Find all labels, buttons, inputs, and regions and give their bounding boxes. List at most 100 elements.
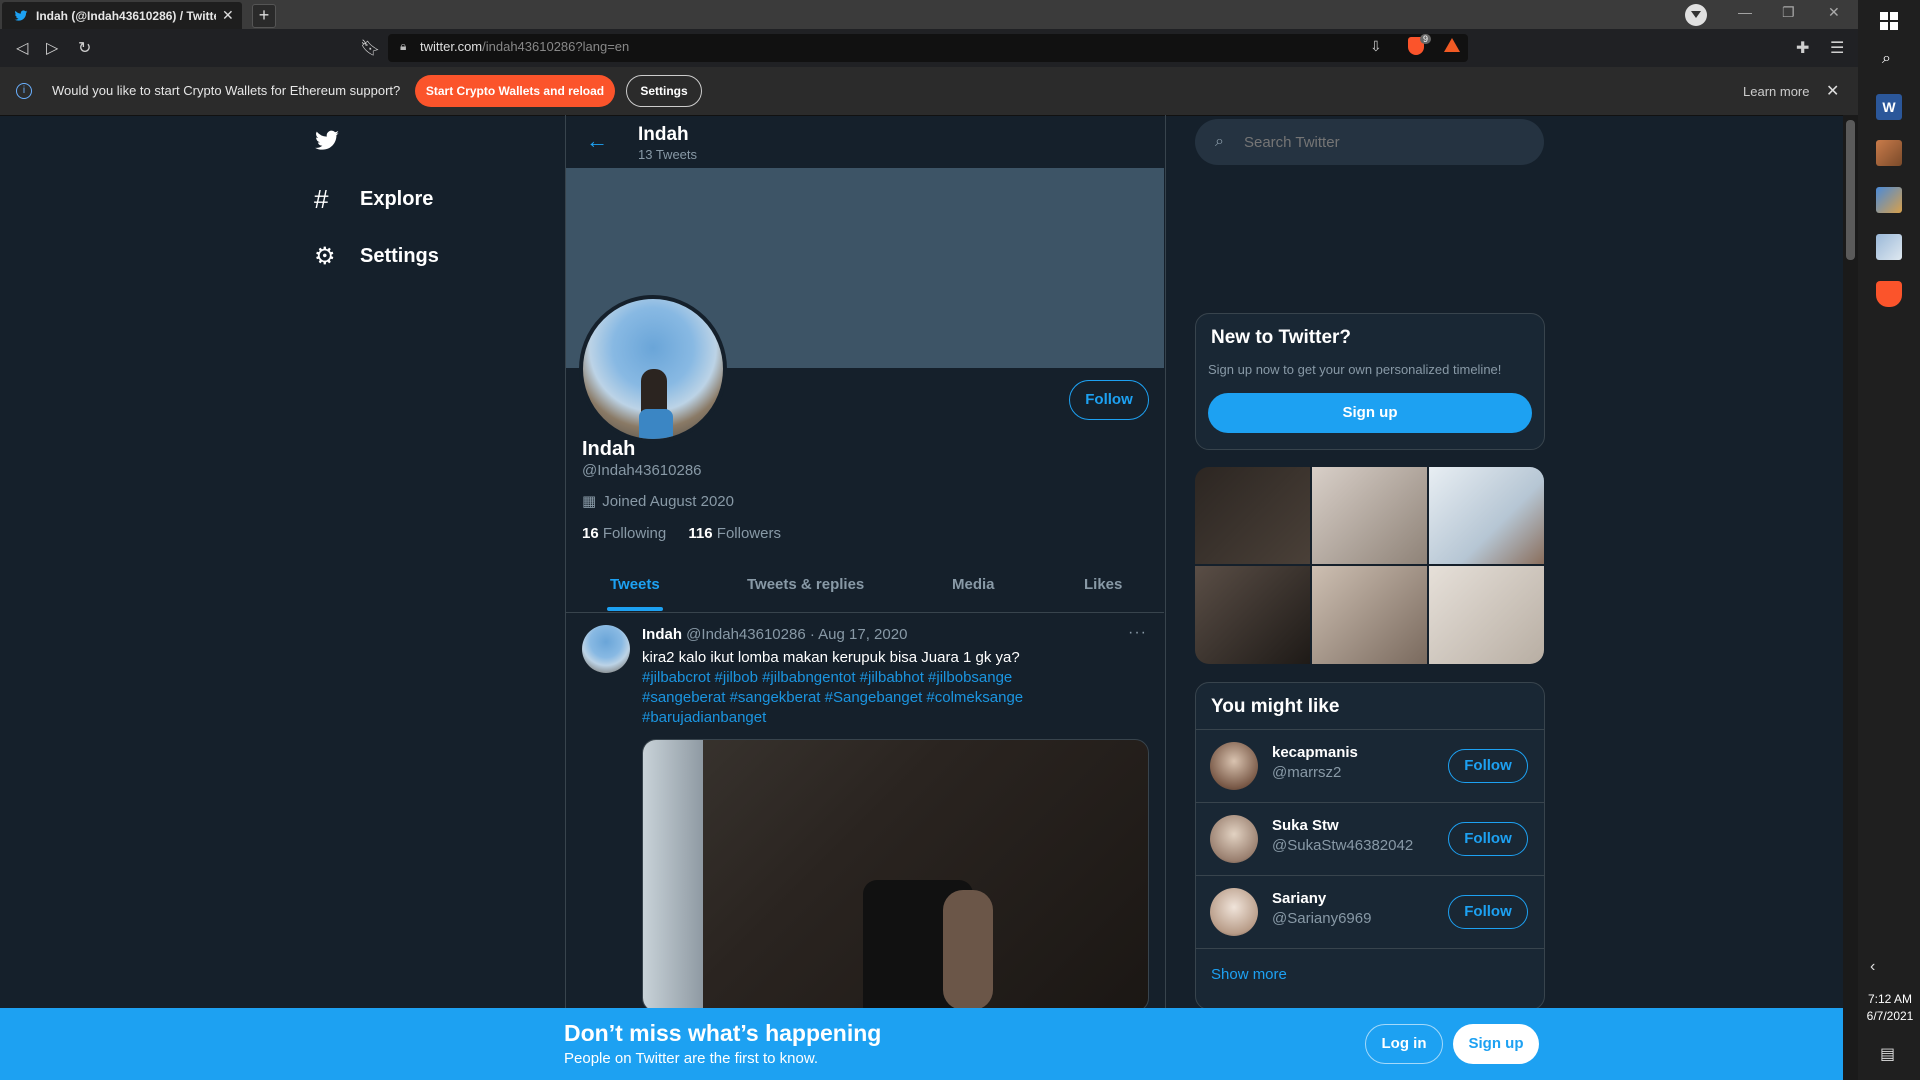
photos-icon[interactable]: [1876, 187, 1902, 213]
download-icon[interactable]: ⇩: [1370, 38, 1382, 55]
tweet-media-image[interactable]: [642, 739, 1149, 1012]
show-more-link[interactable]: Show more: [1211, 966, 1287, 983]
learn-more-link[interactable]: Learn more: [1743, 84, 1809, 99]
profile-follow-button[interactable]: Follow: [1069, 380, 1149, 420]
media-thumb[interactable]: [1312, 566, 1427, 664]
lock-icon: 🔒︎: [400, 39, 407, 53]
app-icon[interactable]: [1876, 140, 1902, 166]
login-button[interactable]: Log in: [1365, 1024, 1443, 1064]
windows-start-icon[interactable]: [1880, 12, 1898, 30]
suggestion-name[interactable]: Suka Stw: [1272, 817, 1339, 834]
brave-browser-icon[interactable]: [1876, 281, 1902, 307]
avatar[interactable]: [1210, 888, 1258, 936]
suggestion-handle: @Sariany6969: [1272, 910, 1372, 927]
suggestion-row[interactable]: Sariany @Sariany6969 Follow: [1196, 875, 1544, 949]
media-grid: [1195, 467, 1544, 664]
search-taskbar-icon[interactable]: ⌕: [1882, 50, 1891, 68]
signup-button[interactable]: Sign up: [1453, 1024, 1539, 1064]
back-icon[interactable]: ◁: [16, 38, 28, 58]
url-domain: twitter.com: [420, 39, 483, 54]
tweet-hashtags-2[interactable]: #sangeberat #sangekberat #Sangebanget #c…: [642, 688, 1162, 708]
nav-explore[interactable]: # Explore: [314, 184, 433, 215]
suggestion-name[interactable]: Sariany: [1272, 890, 1326, 907]
media-thumb[interactable]: [1312, 467, 1427, 564]
header-tweet-count: 13 Tweets: [638, 147, 698, 162]
infobar-settings-button[interactable]: Settings: [626, 75, 702, 107]
bookmark-icon[interactable]: 🔖︎: [360, 38, 380, 58]
extensions-icon[interactable]: ✚: [1796, 38, 1809, 58]
chevron-left-icon[interactable]: ‹: [1870, 958, 1875, 976]
menu-icon[interactable]: ☰: [1830, 38, 1844, 58]
suggestion-follow-button[interactable]: Follow: [1448, 822, 1528, 856]
word-icon[interactable]: W: [1876, 94, 1902, 120]
following-link[interactable]: 16 Following: [582, 525, 666, 542]
sidebar-signup-button[interactable]: Sign up: [1208, 393, 1532, 433]
nav-settings[interactable]: ⚙︎ Settings: [314, 242, 439, 271]
tab-tweets-replies[interactable]: Tweets & replies: [747, 576, 864, 593]
forward-icon[interactable]: ▷: [46, 38, 58, 58]
suggestion-handle: @marrsz2: [1272, 764, 1342, 781]
suggestion-row[interactable]: kecapmanis @marrsz2 Follow: [1196, 729, 1544, 802]
hashtag-icon: #: [314, 184, 329, 214]
profile-name: Indah: [582, 438, 636, 460]
suggestion-row[interactable]: Suka Stw @SukaStw46382042 Follow: [1196, 802, 1544, 875]
infobar-close-icon[interactable]: ✕: [1826, 81, 1839, 101]
back-arrow-icon[interactable]: ←: [586, 128, 608, 154]
new-to-twitter-title: New to Twitter?: [1211, 327, 1352, 348]
url-text[interactable]: twitter.com/indah43610286?lang=en: [420, 39, 629, 54]
you-might-like-title: You might like: [1211, 696, 1340, 717]
tweet-header: Indah @Indah43610286 · Aug 17, 2020: [642, 626, 907, 643]
minimize-icon[interactable]: —: [1738, 4, 1752, 20]
followers-link[interactable]: 116 Followers: [688, 525, 781, 542]
start-crypto-wallets-button[interactable]: Start Crypto Wallets and reload: [415, 75, 615, 107]
gear-icon: ⚙︎: [314, 243, 336, 270]
tweet-avatar[interactable]: [582, 625, 630, 673]
suggestion-name[interactable]: kecapmanis: [1272, 744, 1358, 761]
profile-tabs: Tweets Tweets & replies Media Likes: [566, 565, 1164, 613]
tweet-text: kira2 kalo ikut lomba makan kerupuk bisa…: [642, 649, 1020, 666]
tab-close-icon[interactable]: ✕: [222, 7, 234, 24]
crypto-wallet-infobar: i Would you like to start Crypto Wallets…: [0, 67, 1858, 116]
reload-icon[interactable]: ↻: [78, 38, 91, 58]
avatar[interactable]: [1210, 742, 1258, 790]
twitter-favicon-icon: [14, 9, 28, 21]
file-explorer-icon[interactable]: [1876, 234, 1902, 260]
twitter-logo-icon[interactable]: [312, 128, 342, 154]
media-thumb[interactable]: [1429, 566, 1544, 664]
tab-tweets[interactable]: Tweets: [610, 576, 660, 593]
new-to-twitter-card: New to Twitter? Sign up now to get your …: [1195, 313, 1545, 450]
tweet-hashtags-3[interactable]: #barujadianbanget: [642, 708, 1162, 728]
followers-count: 116: [688, 525, 713, 542]
search-box[interactable]: ⌕: [1195, 119, 1544, 165]
search-icon: ⌕: [1215, 133, 1224, 150]
media-thumb[interactable]: [1195, 566, 1310, 664]
system-clock[interactable]: 7:12 AM 6/7/2021: [1862, 991, 1918, 1025]
tab-likes[interactable]: Likes: [1084, 576, 1122, 593]
new-tab-button[interactable]: +: [252, 4, 276, 28]
browser-tab-title: Indah (@Indah43610286) / Twitter: [36, 8, 216, 23]
more-options-icon[interactable]: ···: [1128, 624, 1147, 642]
media-thumb[interactable]: [1195, 467, 1310, 564]
profile-avatar[interactable]: [579, 295, 727, 443]
profile-handle: @Indah43610286: [582, 462, 702, 479]
notifications-icon[interactable]: ▤: [1880, 1044, 1895, 1064]
clock-date: 6/7/2021: [1866, 1009, 1914, 1023]
window-close-icon[interactable]: ✕: [1828, 4, 1840, 21]
scrollbar-thumb[interactable]: [1846, 120, 1855, 260]
avatar[interactable]: [1210, 815, 1258, 863]
suggestion-follow-button[interactable]: Follow: [1448, 749, 1528, 783]
tab-media[interactable]: Media: [952, 576, 995, 593]
suggestion-handle: @SukaStw46382042: [1272, 837, 1414, 854]
tweet-hashtags-1[interactable]: #jilbabcrot #jilbob #jilbabngentot #jilb…: [642, 668, 1162, 688]
profile-menu-icon[interactable]: [1685, 4, 1707, 26]
brave-rewards-icon[interactable]: [1444, 38, 1460, 52]
suggestion-follow-button[interactable]: Follow: [1448, 895, 1528, 929]
info-icon: i: [16, 83, 32, 99]
browser-tab-bar: [0, 0, 1858, 29]
media-thumb[interactable]: [1429, 467, 1544, 564]
browser-tab[interactable]: Indah (@Indah43610286) / Twitter ✕: [2, 2, 242, 29]
search-input[interactable]: [1241, 132, 1526, 152]
new-to-twitter-subtitle: Sign up now to get your own personalized…: [1208, 362, 1502, 377]
tweet-author-name[interactable]: Indah: [642, 626, 682, 643]
restore-icon[interactable]: ❐: [1782, 4, 1795, 21]
